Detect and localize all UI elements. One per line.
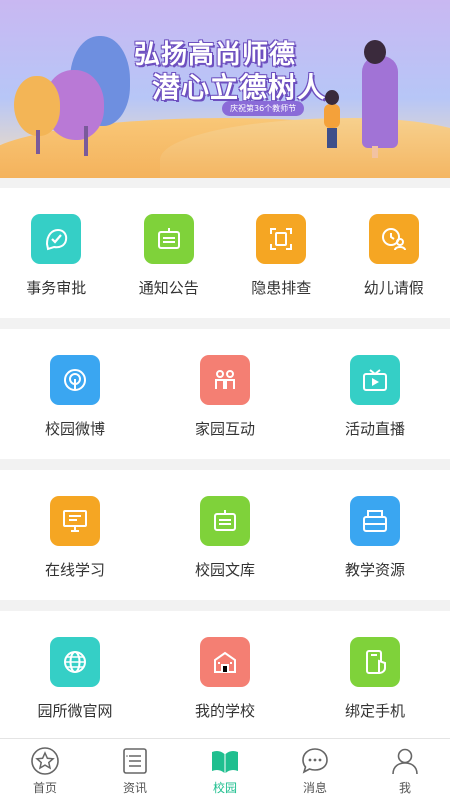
banner-tree-orange (14, 76, 60, 136)
banner-headline-2: 潜心立德树人 (152, 71, 327, 104)
tab-home[interactable]: 首页 (0, 739, 90, 800)
grid-item-my-school[interactable]: 我的学校 (150, 611, 300, 738)
globe-icon (50, 637, 100, 687)
people-interaction-icon (200, 355, 250, 405)
news-list-icon (123, 748, 147, 774)
live-tv-icon (350, 355, 400, 405)
grid-item-approval[interactable]: 事务审批 (0, 188, 113, 318)
child-figure (324, 104, 340, 128)
grid-item-label: 隐患排查 (251, 279, 312, 297)
tab-news[interactable]: 资讯 (90, 739, 180, 800)
grid-item-notice[interactable]: 通知公告 (113, 188, 226, 318)
library-board-icon (200, 496, 250, 546)
tab-campus[interactable]: 校园 (180, 739, 270, 800)
school-building-icon (200, 637, 250, 687)
campus-social-section: 校园微博 家园互动 活动直播 (0, 329, 450, 459)
grid-item-label: 园所微官网 (37, 702, 113, 720)
grid-item-home-school[interactable]: 家园互动 (150, 329, 300, 459)
chat-bubble-icon (302, 748, 328, 774)
scan-frame-icon (256, 214, 307, 264)
teacher-figure (362, 56, 398, 148)
grid-item-micro-site[interactable]: 园所微官网 (0, 611, 150, 738)
open-book-icon (212, 750, 238, 773)
grid-item-label: 幼儿请假 (363, 279, 424, 297)
grid-item-label: 家园互动 (194, 420, 255, 438)
grid-item-live[interactable]: 活动直播 (300, 329, 450, 459)
grid-item-label: 在线学习 (44, 561, 105, 579)
banner-trunk (84, 126, 88, 156)
monitor-icon (50, 496, 100, 546)
grid-item-label: 事务审批 (26, 279, 87, 297)
grid-item-online-learning[interactable]: 在线学习 (0, 470, 150, 600)
grid-item-teaching-resources[interactable]: 教学资源 (300, 470, 450, 600)
grid-item-campus-weibo[interactable]: 校园微博 (0, 329, 150, 459)
tab-label: 资讯 (122, 781, 147, 795)
teachers-day-banner[interactable]: 弘扬高尚师德 潜心立德树人 庆祝第36个教师节 (0, 0, 450, 178)
tab-label: 首页 (32, 781, 57, 795)
grid-item-label: 我的学校 (194, 702, 255, 720)
grid-item-label: 通知公告 (138, 279, 199, 297)
grid-item-hazard-check[interactable]: 隐患排查 (225, 188, 338, 318)
bottom-tab-bar: 首页 资讯 校园 消息 我 (0, 738, 450, 800)
star-icon (31, 747, 59, 775)
grid-item-label: 活动直播 (344, 420, 405, 438)
learning-section: 在线学习 校园文库 教学资源 (0, 470, 450, 600)
grid-item-child-leave[interactable]: 幼儿请假 (338, 188, 450, 318)
tab-label: 我 (398, 781, 411, 795)
grid-item-label: 绑定手机 (344, 702, 405, 720)
teacher-leg (372, 146, 378, 158)
grid-item-label: 校园微博 (44, 420, 105, 438)
teacher-head (364, 40, 386, 64)
tab-messages[interactable]: 消息 (270, 739, 360, 800)
child-leg (327, 128, 337, 148)
approval-icon (31, 214, 82, 264)
leave-clock-icon (368, 214, 419, 264)
tab-label: 消息 (302, 781, 327, 795)
phone-shield-icon (350, 637, 400, 687)
banner-ribbon: 庆祝第36个教师节 (222, 101, 305, 116)
weibo-broadcast-icon (50, 355, 100, 405)
grid-item-label: 校园文库 (194, 561, 255, 579)
child-head (325, 90, 339, 105)
quick-actions-section: 事务审批 通知公告 隐患排查 幼儿请假 (0, 188, 450, 318)
notice-board-icon (143, 214, 194, 264)
resource-stack-icon (350, 496, 400, 546)
grid-item-label: 教学资源 (344, 561, 405, 579)
tab-label: 校园 (212, 781, 237, 795)
campus-screen: 弘扬高尚师德 潜心立德树人 庆祝第36个教师节 事务审批 通知公告 隐患排查 幼… (0, 0, 450, 800)
person-icon (392, 748, 418, 775)
grid-item-campus-library[interactable]: 校园文库 (150, 470, 300, 600)
banner-trunk (36, 130, 40, 154)
tab-me[interactable]: 我 (360, 739, 450, 800)
grid-item-bind-phone[interactable]: 绑定手机 (300, 611, 450, 738)
school-info-section: 园所微官网 我的学校 绑定手机 (0, 611, 450, 738)
